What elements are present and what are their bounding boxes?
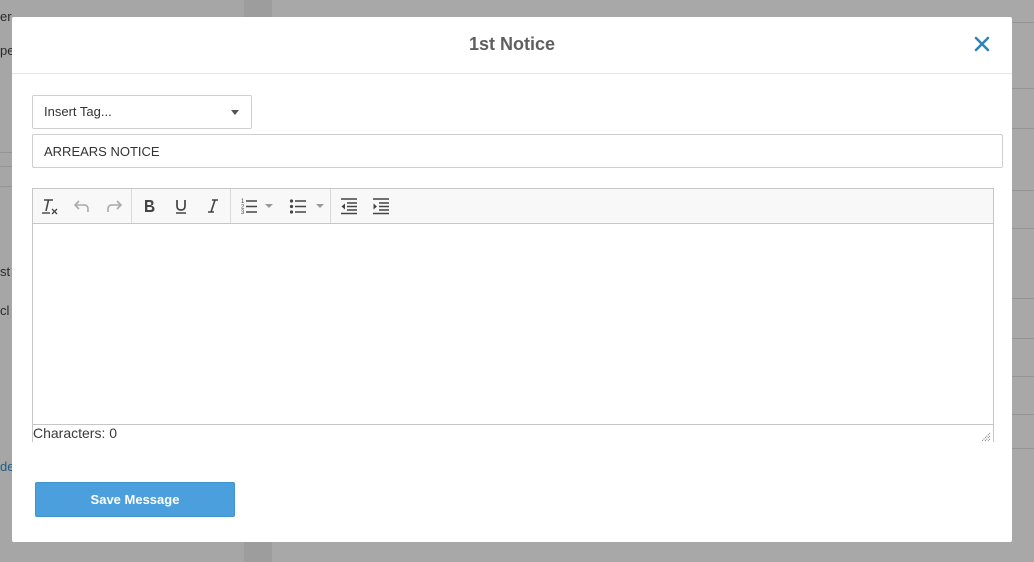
editor-toolbar: 1 2 3 [33, 189, 993, 224]
numbered-list-dropdown-icon[interactable] [265, 204, 273, 208]
underline-icon[interactable] [169, 195, 193, 217]
save-message-button[interactable]: Save Message [35, 482, 235, 517]
insert-tag-dropdown[interactable]: Insert Tag... [32, 95, 252, 129]
modal-title: 1st Notice [468, 34, 556, 54]
outdent-icon[interactable] [337, 195, 361, 217]
notice-modal: 1st Notice Insert Tag... ARREARS NOTICE … [12, 17, 1012, 542]
bulleted-list-dropdown-icon[interactable] [316, 204, 324, 208]
remove-format-icon[interactable] [38, 195, 62, 217]
background-divider [1012, 22, 1034, 23]
toolbar-separator [131, 189, 132, 223]
background-text-fragment: pe [0, 43, 12, 58]
svg-text:3: 3 [241, 210, 245, 216]
background-divider [1012, 298, 1034, 299]
undo-icon[interactable] [70, 195, 94, 217]
rich-text-editor: 1 2 3 Characters: 0 [32, 188, 994, 442]
toolbar-separator [230, 189, 231, 223]
close-icon[interactable] [972, 34, 992, 54]
background-divider [1012, 338, 1034, 339]
editor-content-area[interactable] [33, 224, 993, 424]
background-divider [1012, 228, 1034, 229]
background-divider [1012, 376, 1034, 377]
background-link-fragment: de [0, 459, 12, 474]
background-text-fragment: st [0, 264, 11, 279]
background-divider [1012, 190, 1034, 191]
modal-header: 1st Notice [12, 17, 1012, 74]
background-divider [0, 186, 12, 187]
background-divider [0, 166, 12, 167]
toolbar-separator [330, 189, 331, 223]
background-divider [1012, 88, 1034, 89]
italic-icon[interactable] [201, 195, 225, 217]
background-divider [1012, 128, 1034, 129]
character-count: Characters: 0 [33, 425, 118, 441]
background-text-fragment: er. [0, 9, 12, 24]
background-text-fragment: cl [0, 303, 10, 318]
background-divider [0, 152, 12, 153]
resize-handle-icon[interactable] [981, 429, 991, 442]
indent-icon[interactable] [369, 195, 393, 217]
subject-input[interactable] [32, 134, 1003, 168]
chevron-down-icon [231, 110, 239, 115]
background-divider [1012, 448, 1034, 449]
numbered-list-icon[interactable]: 1 2 3 [237, 195, 261, 217]
background-divider [1012, 414, 1034, 415]
editor-statusbar: Characters: 0 [33, 424, 993, 442]
insert-tag-label: Insert Tag... [44, 104, 112, 119]
bold-icon[interactable] [137, 195, 161, 217]
redo-icon[interactable] [102, 195, 126, 217]
bulleted-list-icon[interactable] [286, 195, 310, 217]
